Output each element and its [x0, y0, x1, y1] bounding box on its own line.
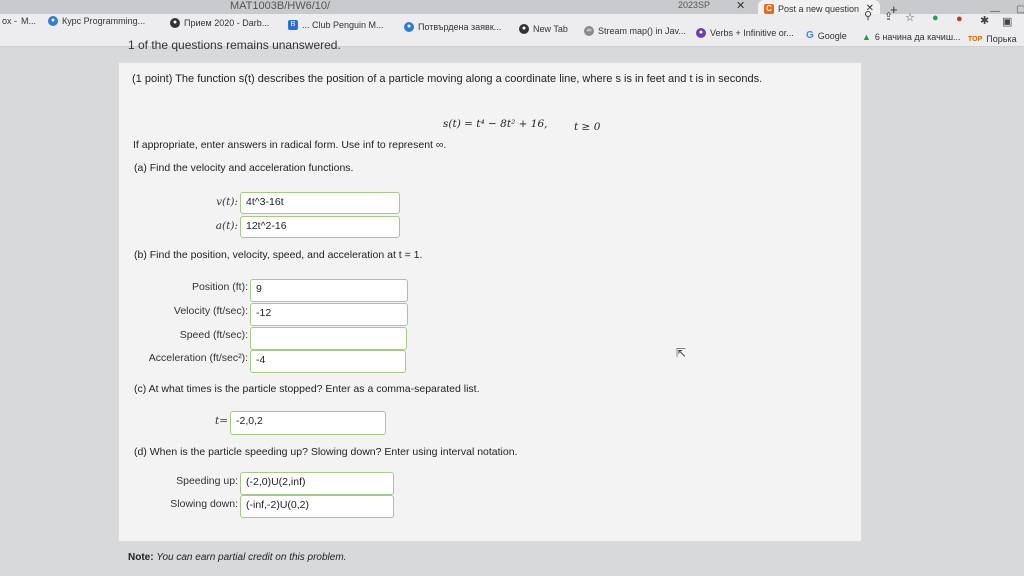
- problem-intro: (1 point) The function s(t) describes th…: [132, 73, 763, 85]
- bookmark-item[interactable]: ● Курс Programming...: [48, 16, 145, 26]
- bookmark-item[interactable]: ox - M...: [2, 16, 36, 26]
- bookmark-item[interactable]: ▲ 6 начина да качиш...: [862, 32, 961, 42]
- unanswered-status: 1 of the questions remains unanswered.: [128, 38, 341, 52]
- instructions: If appropriate, enter answers in radical…: [133, 139, 447, 151]
- club-penguin-icon: B: [288, 20, 298, 30]
- profile-icon[interactable]: ▣: [1002, 15, 1012, 28]
- globe-icon: ●: [48, 16, 58, 26]
- bookmark-label: Verbs + Infinitive or...: [710, 28, 794, 38]
- url-fragment-secondary: 2023SP: [678, 0, 711, 10]
- chegg-icon: C: [764, 3, 774, 14]
- domain-condition: t ≥ 0: [574, 121, 601, 133]
- position-label: Position (ft):: [191, 281, 248, 293]
- acceleration-input[interactable]: -4: [250, 350, 406, 373]
- part-a-prompt: (a) Find the velocity and acceleration f…: [134, 162, 354, 174]
- velocity-label: Velocity (ft/sec):: [173, 305, 248, 317]
- bookmark-item[interactable]: B ... Club Penguin M...: [288, 20, 384, 30]
- link-icon: ∞: [584, 26, 594, 36]
- speeding-up-input[interactable]: (-2,0)U(2,inf): [240, 472, 394, 495]
- globe-icon: ●: [404, 22, 414, 32]
- speeding-up-label: Speeding up:: [176, 475, 238, 487]
- puzzle-icon[interactable]: ✱: [980, 14, 989, 27]
- bookmark-label: ... Club Penguin M...: [302, 20, 384, 30]
- note-label: Note:: [128, 552, 154, 563]
- mouse-cursor-icon: ⇱: [676, 346, 687, 360]
- acceleration-fn-label: a(t):: [215, 220, 238, 232]
- top-icon: TOP: [968, 35, 983, 43]
- verbs-icon: ●: [696, 28, 706, 38]
- bookmark-item[interactable]: ● Прием 2020 - Darb...: [170, 18, 269, 28]
- speed-input[interactable]: [250, 327, 407, 350]
- part-d-prompt: (d) When is the particle speeding up? Sl…: [134, 446, 518, 458]
- star-icon[interactable]: ☆: [905, 11, 915, 24]
- bookmark-label: Stream map() in Jav...: [598, 26, 686, 36]
- bookmark-label: New Tab: [533, 24, 568, 34]
- velocity-function-input[interactable]: 4t^3-16t: [240, 192, 400, 214]
- bookmark-item[interactable]: TOP Порька: [968, 34, 1017, 44]
- bookmark-item[interactable]: G Google: [806, 30, 847, 41]
- google-icon: G: [806, 30, 814, 41]
- partial-credit-note: Note: You can earn partial credit on thi…: [128, 552, 346, 563]
- share-icon[interactable]: ⇪: [884, 10, 893, 23]
- drive-icon: ▲: [862, 32, 871, 42]
- problem-panel: [118, 62, 862, 542]
- acceleration-label: Acceleration (ft/sec²):: [148, 352, 248, 364]
- bookmark-item[interactable]: ● Потвърдена заявк...: [404, 22, 501, 32]
- speed-label: Speed (ft/sec):: [179, 329, 248, 341]
- url-fragment: MAT1003B/HW6/10/: [230, 0, 331, 12]
- velocity-input[interactable]: -12: [250, 303, 408, 326]
- bookmark-item[interactable]: ● Verbs + Infinitive or...: [696, 28, 794, 38]
- bookmark-label: M...: [21, 16, 37, 26]
- slowing-down-label: Slowing down:: [170, 498, 238, 510]
- bookmark-label: 6 начина да качиш...: [874, 32, 961, 42]
- bookmark-prefix: ox -: [2, 16, 18, 26]
- position-formula: s(t) = t⁴ − 8t² + 16,: [443, 118, 548, 130]
- close-icon[interactable]: ✕: [736, 0, 745, 12]
- acceleration-function-input[interactable]: 12t^2-16: [240, 216, 400, 238]
- zoom-icon[interactable]: ⚲: [864, 9, 872, 22]
- velocity-fn-label: v(t):: [216, 196, 238, 208]
- github-icon: ●: [170, 18, 180, 28]
- note-text: You can earn partial credit on this prob…: [156, 552, 347, 563]
- position-input[interactable]: 9: [250, 279, 408, 302]
- bookmark-label: Google: [817, 30, 847, 41]
- slowing-down-input[interactable]: (-inf,-2)U(0,2): [240, 495, 394, 518]
- bookmark-label: Потвърдена заявк...: [418, 22, 502, 32]
- extension-icon[interactable]: ●: [956, 13, 963, 25]
- bookmark-label: Порька: [986, 34, 1017, 44]
- stopped-times-input[interactable]: -2,0,2: [230, 411, 386, 435]
- extension-icon[interactable]: ●: [932, 12, 939, 24]
- part-b-prompt: (b) Find the position, velocity, speed, …: [134, 249, 423, 261]
- github-icon: ●: [519, 24, 529, 34]
- bookmark-item[interactable]: ∞ Stream map() in Jav...: [584, 26, 686, 36]
- bookmark-label: Курс Programming...: [62, 16, 146, 26]
- part-c-prompt: (c) At what times is the particle stoppe…: [134, 383, 480, 395]
- tab-title: Post a new question: [778, 3, 860, 14]
- bookmark-item[interactable]: ● New Tab: [519, 24, 568, 34]
- bookmark-label: Прием 2020 - Darb...: [184, 18, 270, 28]
- t-label: t=: [214, 415, 228, 427]
